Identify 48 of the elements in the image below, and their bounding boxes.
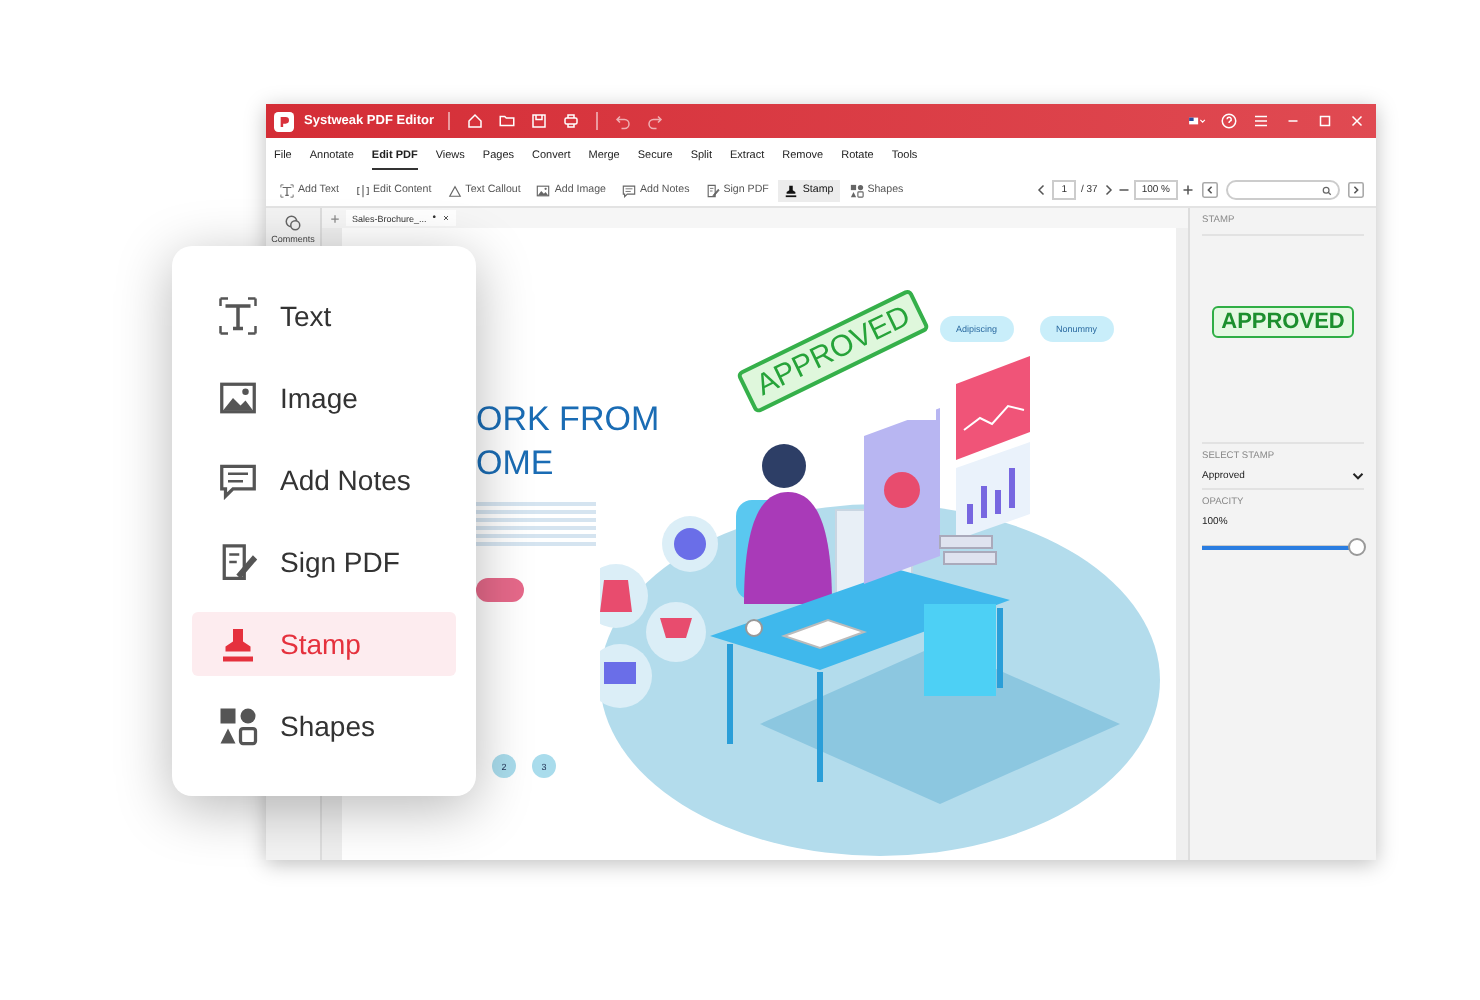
- shapes-icon: [218, 706, 258, 746]
- next-page-icon[interactable]: [1101, 184, 1114, 196]
- image-icon: [218, 378, 258, 418]
- search-icon: [1322, 185, 1332, 195]
- app-logo-icon: [274, 111, 294, 131]
- chevron-down-icon: [1352, 470, 1364, 482]
- tool-item[interactable]: Text: [192, 284, 456, 348]
- text-tool-icon: [280, 183, 294, 197]
- back-icon[interactable]: [1202, 182, 1218, 198]
- tool-item[interactable]: Stamp: [192, 612, 456, 676]
- body-text-lines: [476, 498, 596, 550]
- close-icon[interactable]: [1348, 112, 1366, 130]
- sign-icon: [218, 542, 258, 582]
- headline-line: ORK FROM: [476, 398, 662, 442]
- forward-icon[interactable]: [1348, 182, 1364, 198]
- new-tab-icon[interactable]: [330, 213, 340, 223]
- maximize-icon[interactable]: [1316, 112, 1334, 130]
- callout-tool-icon: [447, 183, 462, 197]
- stamp-icon: [218, 624, 258, 664]
- folder-icon[interactable]: [498, 112, 517, 130]
- redo-icon[interactable]: [646, 112, 665, 130]
- zoom-out-icon[interactable]: [1117, 184, 1130, 196]
- tool-item[interactable]: Image: [192, 366, 456, 430]
- help-icon[interactable]: [1220, 112, 1238, 130]
- edit-tool-icon: [355, 183, 370, 197]
- notes-tool-icon: [621, 183, 636, 197]
- save-icon[interactable]: [530, 112, 549, 130]
- notes-icon: [218, 460, 258, 500]
- menu-icon[interactable]: [1252, 112, 1270, 130]
- language-flag-icon[interactable]: [1188, 112, 1206, 130]
- stamp-tool-icon: [784, 183, 799, 197]
- tool-item[interactable]: Shapes: [192, 694, 456, 758]
- zoom-in-icon[interactable]: [1182, 184, 1194, 196]
- previous-page-icon[interactable]: [1035, 184, 1048, 196]
- home-icon[interactable]: [466, 112, 485, 130]
- image-tool-icon: [536, 183, 551, 197]
- sign-tool-icon: [705, 183, 720, 197]
- comments-icon[interactable]: [284, 214, 302, 232]
- tool-item[interactable]: Add Notes: [192, 448, 456, 512]
- undo-icon[interactable]: [614, 112, 633, 130]
- shapes-tool-icon: [849, 183, 864, 197]
- print-icon[interactable]: [562, 112, 581, 130]
- search-field[interactable]: [1226, 180, 1340, 200]
- stamp-preview: APPROVED: [1211, 305, 1355, 337]
- slider-thumb[interactable]: [1348, 538, 1366, 556]
- tool-item[interactable]: Sign PDF: [192, 530, 456, 594]
- text-icon: [218, 296, 258, 336]
- headline-line: OME: [476, 442, 556, 486]
